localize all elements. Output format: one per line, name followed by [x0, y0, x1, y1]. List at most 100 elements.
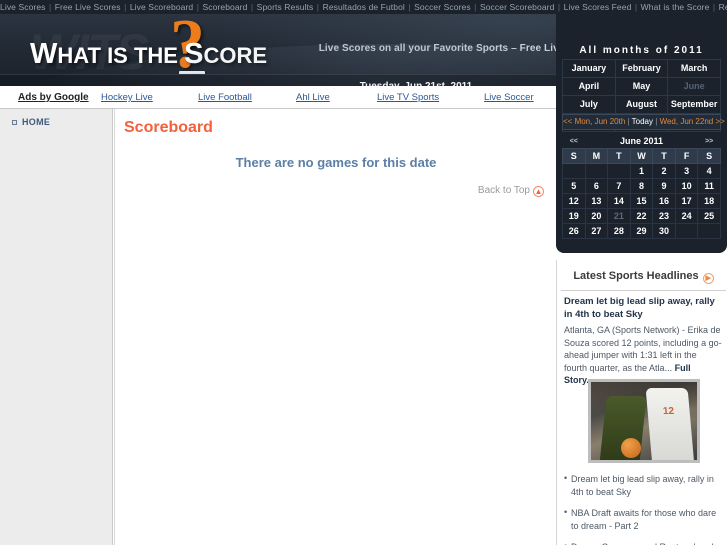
calendar-dow-header: T	[652, 148, 676, 164]
logo-text-hat-is-the: HAT IS THE	[57, 43, 185, 68]
top-link[interactable]: Live Scoreboard	[130, 2, 193, 12]
subnav-link[interactable]: Hockey Live	[101, 92, 153, 103]
top-link-separator: |	[314, 2, 322, 12]
logo-letter-w: W	[30, 38, 58, 70]
headline-list-item[interactable]: Dwane Casey named Raptors head coach	[564, 540, 724, 545]
calendar-day-cell[interactable]: 13	[584, 193, 609, 209]
calendar-day-cell[interactable]: 28	[607, 223, 631, 239]
logo-text-core: CORE	[203, 43, 267, 68]
headline-photo: 12	[588, 379, 700, 463]
calendar-day-cell[interactable]: 26	[562, 223, 586, 239]
calendar-day-cell[interactable]: 25	[697, 208, 721, 224]
top-link[interactable]: Live Scores	[0, 2, 46, 12]
calendar-day-cell[interactable]: 9	[652, 178, 676, 194]
calendar-empty-cell	[584, 163, 609, 179]
calendar-prev-button[interactable]: <<	[562, 134, 586, 149]
calendar-empty-cell	[607, 163, 631, 179]
calendar-day-cell[interactable]: 18	[697, 193, 721, 209]
calendar-day-cell[interactable]: 17	[674, 193, 699, 209]
calendar-day-cell[interactable]: 12	[562, 193, 586, 209]
lead-headline-title[interactable]: Dream let big lead slip away, rally in 4…	[564, 296, 722, 321]
calendar-dow-header: S	[562, 148, 586, 164]
main-content: Scoreboard There are no games for this d…	[114, 109, 556, 545]
month-cell[interactable]: February	[615, 60, 668, 77]
calendar-day-cell[interactable]: 11	[697, 178, 721, 194]
photo-jersey-number: 12	[662, 406, 675, 417]
calendar-day-cell[interactable]: 27	[584, 223, 609, 239]
month-cell[interactable]: April	[563, 78, 615, 95]
top-link-separator: |	[121, 2, 129, 12]
headline-list-item[interactable]: Dream let big lead slip away, rally in 4…	[564, 472, 724, 498]
top-link[interactable]: What is the Score	[641, 2, 710, 12]
next-day-link[interactable]: Wed, Jun 22nd >>	[660, 117, 725, 126]
calendar-day-cell[interactable]: 16	[652, 193, 676, 209]
month-cell[interactable]: September	[668, 96, 720, 113]
top-link[interactable]: Resultados de Futbol	[323, 2, 405, 12]
calendar-day-cell[interactable]: 14	[607, 193, 631, 209]
month-cell[interactable]: March	[668, 60, 720, 77]
calendar-day-cell[interactable]: 6	[584, 178, 609, 194]
bullet-square-icon	[12, 120, 17, 126]
top-link[interactable]: Sports Results	[257, 2, 314, 12]
calendar-day-cell[interactable]: 29	[629, 223, 654, 239]
top-link-separator: |	[555, 2, 563, 12]
top-link-bar: Live Scores | Free Live Scores | Live Sc…	[0, 0, 727, 14]
top-link-separator: |	[710, 2, 718, 12]
subnav-link[interactable]: Live Football	[198, 92, 252, 103]
back-to-top-link[interactable]: Back to Top ▲	[478, 185, 544, 197]
subnav-link[interactable]: Ahl Live	[296, 92, 330, 103]
page-title: Scoreboard	[124, 119, 213, 136]
lead-headline-text: Atlanta, GA (Sports Network) - Erika de …	[564, 325, 722, 373]
months-panel-title: All months of 2011	[579, 45, 704, 56]
prev-day-link[interactable]: << Mon, Jun 20th	[563, 117, 625, 126]
logo-wordmark: WHAT IS THE SCORE	[30, 40, 267, 69]
top-link[interactable]: Free Live Scores	[55, 2, 121, 12]
calendar-day-cell[interactable]: 5	[562, 178, 586, 194]
calendar-day-cell[interactable]: 3	[674, 163, 699, 179]
calendar-day-cell[interactable]: 24	[674, 208, 699, 224]
calendar-day-cell[interactable]: 4	[697, 163, 721, 179]
calendar-day-selected: 21	[607, 208, 631, 224]
calendar-day-cell[interactable]: 7	[607, 178, 631, 194]
headline-list-item[interactable]: NBA Draft awaits for those who dare to d…	[564, 506, 724, 532]
calendar-day-cell[interactable]: 8	[629, 178, 654, 194]
subnav-link[interactable]: Live Soccer	[484, 92, 534, 103]
calendar-day-cell[interactable]: 2	[652, 163, 676, 179]
calendar-day-cell[interactable]: 22	[629, 208, 654, 224]
headlines-list: Dream let big lead slip away, rally in 4…	[564, 472, 724, 545]
month-cell[interactable]: July	[563, 96, 615, 113]
empty-state-message: There are no games for this date	[235, 155, 437, 170]
headlines-title: Latest Sports Headlines ▶	[561, 270, 726, 291]
subnav-link[interactable]: Live TV Sports	[377, 92, 439, 103]
calendar-day-cell[interactable]: 15	[629, 193, 654, 209]
ads-by-google-label[interactable]: Ads by Google	[18, 92, 89, 103]
top-link[interactable]: Real Time Scores	[719, 2, 727, 12]
calendar-day-cell[interactable]: 30	[652, 223, 676, 239]
play-arrow-icon[interactable]: ▶	[702, 273, 714, 284]
top-link[interactable]: Live Scores Feed	[564, 2, 632, 12]
headlines-panel: Latest Sports Headlines ▶ Dream let big l…	[556, 260, 727, 545]
calendar-dow-header: M	[584, 148, 609, 164]
calendar-day-cell[interactable]: 19	[562, 208, 586, 224]
photo-player-white	[645, 388, 695, 460]
calendar-day-cell[interactable]: 1	[629, 163, 654, 179]
today-link[interactable]: Today	[632, 117, 653, 126]
top-link[interactable]: Soccer Scoreboard	[480, 2, 554, 12]
month-cell[interactable]: January	[563, 60, 615, 77]
day-nav-separator-1: |	[627, 117, 630, 126]
top-link[interactable]: Soccer Scores	[414, 2, 471, 12]
top-link[interactable]: Scoreboard	[202, 2, 247, 12]
calendar-day-cell[interactable]: 20	[584, 208, 609, 224]
back-to-top-icon: ▲	[533, 186, 544, 197]
page-root: Live Scores | Free Live Scores | Live Sc…	[0, 0, 727, 545]
month-cell[interactable]: August	[615, 96, 668, 113]
day-navigation: << Mon, Jun 20th | Today | Wed, Jun 22nd…	[562, 114, 725, 130]
calendar-empty-cell	[697, 223, 721, 239]
calendar-dow-header: F	[674, 148, 699, 164]
sidebar-item-home[interactable]: HOME	[12, 117, 50, 127]
calendar-day-cell[interactable]: 10	[674, 178, 699, 194]
calendar-day-cell[interactable]: 23	[652, 208, 676, 224]
calendar-next-button[interactable]: >>	[697, 134, 721, 149]
month-cell[interactable]: May	[615, 78, 668, 95]
top-link-separator: |	[632, 2, 640, 12]
